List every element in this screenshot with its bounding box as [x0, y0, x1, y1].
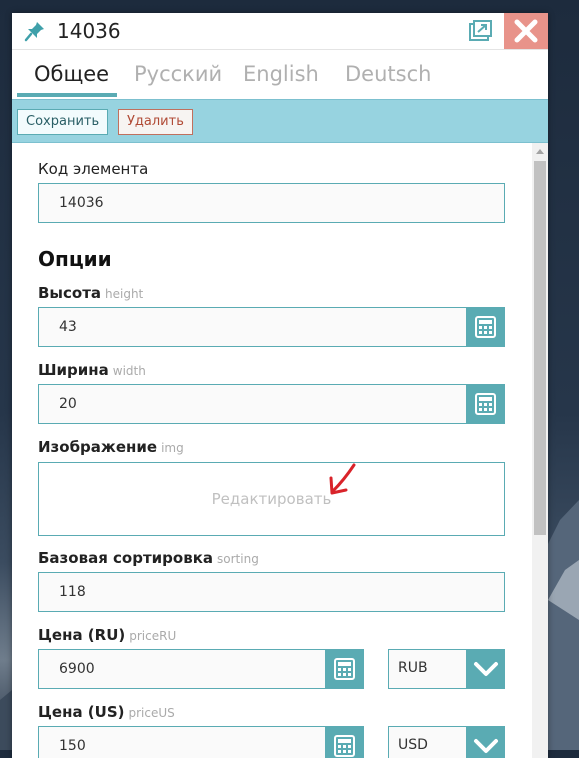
price-us-currency-select[interactable]: USD	[388, 726, 505, 758]
calculator-icon	[334, 735, 355, 757]
price-ru-hint: priceRU	[129, 629, 177, 643]
image-hint: img	[161, 441, 184, 455]
close-button[interactable]	[504, 13, 548, 49]
calculator-icon	[334, 658, 355, 680]
image-label-text: Изображение	[38, 438, 158, 456]
calculator-icon	[475, 316, 496, 338]
title-bar: 14036	[12, 13, 548, 50]
price-us-hint: priceUS	[128, 706, 175, 720]
language-tabs: Общее Русский English Deutsch	[12, 50, 548, 97]
tab-english[interactable]: English	[243, 62, 319, 86]
window-title: 14036	[57, 19, 121, 43]
price-us-label-text: Цена (US)	[38, 703, 125, 721]
tab-russian[interactable]: Русский	[134, 62, 222, 86]
tab-deutsch[interactable]: Deutsch	[345, 62, 431, 86]
element-editor-window: 14036 Общее Русский English Deutsch Сохр…	[12, 13, 548, 758]
red-arrow-icon	[329, 463, 356, 495]
width-input[interactable]: 20	[38, 384, 467, 424]
price-us-currency-dropdown[interactable]	[466, 726, 505, 758]
save-button[interactable]: Сохранить	[17, 109, 109, 135]
image-label: Изображение img	[38, 438, 184, 456]
price-ru-input[interactable]: 6900	[38, 649, 326, 689]
width-label: Ширина width	[38, 361, 146, 379]
price-ru-calculator-button[interactable]	[325, 649, 364, 689]
sorting-label: Базовая сортировка sorting	[38, 549, 259, 567]
pin-icon[interactable]	[24, 20, 46, 42]
height-hint: height	[105, 287, 144, 301]
price-ru-label: Цена (RU) priceRU	[38, 626, 176, 644]
height-calculator-button[interactable]	[466, 307, 505, 347]
delete-button[interactable]: Удалить	[118, 109, 193, 135]
popout-icon[interactable]	[468, 20, 492, 42]
image-edit-box[interactable]: Редактировать	[38, 462, 505, 536]
element-code-label: Код элемента	[38, 160, 149, 178]
scrollbar-thumb[interactable]	[534, 161, 546, 535]
price-us-label: Цена (US) priceUS	[38, 703, 175, 721]
height-input[interactable]: 43	[38, 307, 467, 347]
price-us-currency-value: USD	[398, 737, 428, 753]
sorting-label-text: Базовая сортировка	[38, 549, 214, 567]
price-ru-currency-select[interactable]: RUB	[388, 649, 505, 689]
price-ru-currency-value: RUB	[398, 660, 428, 676]
image-edit-text: Редактировать	[211, 490, 332, 508]
options-section-title: Опции	[38, 247, 112, 271]
chevron-down-icon	[474, 739, 498, 753]
price-us-calculator-button[interactable]	[325, 726, 364, 758]
width-calculator-button[interactable]	[466, 384, 505, 424]
element-code-input[interactable]: 14036	[38, 183, 505, 223]
close-icon	[514, 19, 538, 43]
action-toolbar: Сохранить Удалить	[12, 99, 548, 143]
height-label: Высота height	[38, 284, 143, 302]
active-tab-indicator	[17, 93, 117, 97]
sorting-input[interactable]: 118	[38, 572, 505, 612]
width-label-text: Ширина	[38, 361, 109, 379]
calculator-icon	[475, 393, 496, 415]
sorting-hint: sorting	[217, 552, 259, 566]
tab-general[interactable]: Общее	[34, 62, 109, 86]
price-ru-label-text: Цена (RU)	[38, 626, 126, 644]
chevron-down-icon	[474, 662, 498, 676]
price-ru-currency-dropdown[interactable]	[466, 649, 505, 689]
height-label-text: Высота	[38, 284, 102, 302]
scroll-up-arrow-icon[interactable]	[534, 146, 546, 156]
price-us-input[interactable]: 150	[38, 726, 326, 758]
width-hint: width	[112, 364, 146, 378]
